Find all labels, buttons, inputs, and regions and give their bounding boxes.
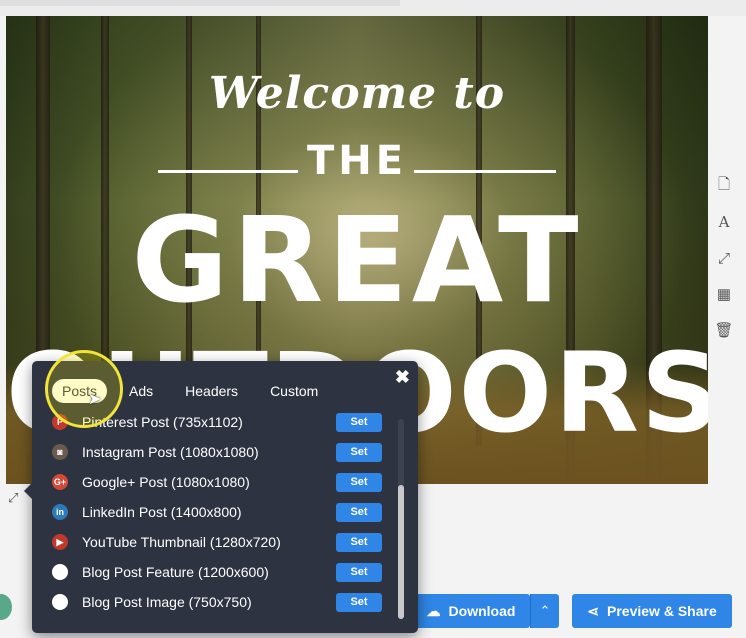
avatar[interactable] bbox=[0, 594, 12, 620]
blog-image-icon bbox=[52, 594, 68, 610]
top-strip-shadow bbox=[0, 0, 400, 6]
grid-icon[interactable]: ▦ bbox=[712, 276, 736, 312]
page-icon[interactable]: 🗋 bbox=[712, 168, 736, 204]
set-button[interactable]: Set bbox=[336, 592, 382, 612]
google-plus-icon: G+ bbox=[52, 474, 68, 490]
list-item-label: Instagram Post (1080x1080) bbox=[82, 444, 259, 460]
rule-right bbox=[414, 170, 556, 173]
headline-the[interactable]: THE bbox=[6, 138, 708, 184]
list-item-label: YouTube Thumbnail (1280x720) bbox=[82, 534, 281, 550]
click-highlight bbox=[45, 350, 123, 428]
resize-canvas-icon[interactable]: ⤢ bbox=[8, 490, 18, 506]
list-item[interactable]: ▶ YouTube Thumbnail (1280x720) Set bbox=[50, 527, 400, 557]
cloud-download-icon: ☁ bbox=[426, 602, 441, 619]
list-scrollbar[interactable] bbox=[398, 419, 404, 619]
top-strip bbox=[0, 0, 746, 16]
pointer-cursor-icon: ➤ bbox=[88, 391, 102, 408]
list-item[interactable]: G+ Google+ Post (1080x1080) Set bbox=[50, 467, 400, 497]
trash-icon[interactable]: 🗑 bbox=[712, 312, 736, 348]
set-button[interactable]: Set bbox=[336, 532, 382, 552]
preview-share-label: Preview & Share bbox=[607, 603, 717, 619]
headline-welcome[interactable]: Welcome to bbox=[6, 68, 708, 119]
list-item[interactable]: in LinkedIn Post (1400x800) Set bbox=[50, 497, 400, 527]
close-icon[interactable]: ✖ bbox=[395, 367, 410, 388]
list-item-label: Google+ Post (1080x1080) bbox=[82, 474, 250, 490]
chevron-up-icon: ⌃ bbox=[539, 603, 551, 618]
size-list: P Pinterest Post (735x1102) Set ◙ Instagram … bbox=[50, 413, 400, 629]
list-item-label: Blog Post Image (750x750) bbox=[82, 594, 252, 610]
scrollbar-thumb[interactable] bbox=[398, 485, 404, 619]
list-item[interactable]: ◙ Instagram Post (1080x1080) Set bbox=[50, 437, 400, 467]
preview-share-button[interactable]: ⋖ Preview & Share bbox=[572, 594, 732, 628]
tab-headers[interactable]: Headers bbox=[175, 379, 248, 403]
set-button[interactable]: Set bbox=[336, 413, 382, 432]
tab-custom[interactable]: Custom bbox=[260, 379, 328, 403]
linkedin-icon: in bbox=[52, 504, 68, 520]
download-options-button[interactable]: ⌃ bbox=[530, 594, 559, 628]
list-item[interactable]: Blog Post Image (750x750) Set bbox=[50, 587, 400, 617]
youtube-icon: ▶ bbox=[52, 534, 68, 550]
download-label: Download bbox=[448, 603, 516, 619]
list-item-label: LinkedIn Post (1400x800) bbox=[82, 504, 242, 520]
download-button[interactable]: ☁ Download bbox=[412, 594, 530, 628]
share-icon: ⋖ bbox=[587, 602, 599, 619]
set-button[interactable]: Set bbox=[336, 472, 382, 492]
list-item-label: Blog Post Feature (1200x600) bbox=[82, 564, 269, 580]
instagram-icon: ◙ bbox=[52, 444, 68, 460]
list-item[interactable]: Blog Post Feature (1200x600) Set bbox=[50, 557, 400, 587]
popover-arrow bbox=[24, 483, 32, 499]
set-button[interactable]: Set bbox=[336, 502, 382, 522]
blog-feature-icon bbox=[52, 564, 68, 580]
tab-ads[interactable]: Ads bbox=[119, 379, 163, 403]
headline-great[interactable]: GREAT bbox=[6, 201, 708, 319]
set-button[interactable]: Set bbox=[336, 442, 382, 462]
set-button[interactable]: Set bbox=[336, 562, 382, 582]
tool-rail: 🗋 A ⤢ ▦ 🗑 bbox=[712, 168, 736, 348]
resize-icon[interactable]: ⤢ bbox=[712, 240, 736, 276]
text-style-icon[interactable]: A bbox=[712, 204, 736, 240]
